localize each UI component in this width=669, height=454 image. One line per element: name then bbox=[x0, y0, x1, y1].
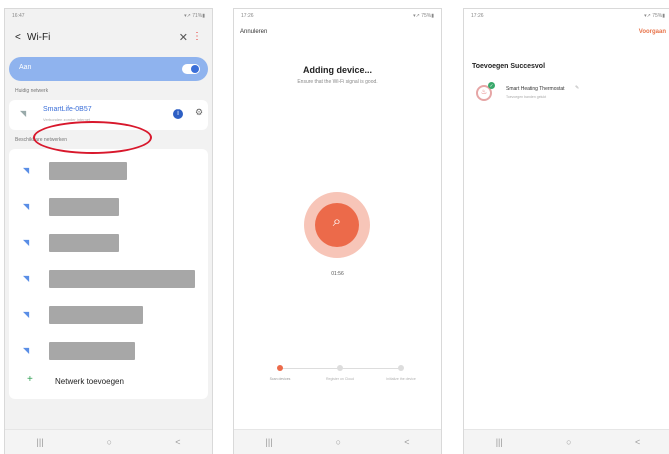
progress-steps: Scan devices Register on Cloud Initializ… bbox=[270, 365, 416, 395]
add-success-screen: 17:26 ▾↗ 75%▮ Voorgaan Toevoegen Succesv… bbox=[463, 8, 669, 454]
network-item[interactable]: ◥ bbox=[9, 261, 208, 297]
switch-knob bbox=[191, 65, 199, 73]
wifi-icon: ◥ bbox=[23, 238, 30, 247]
add-network-label: Netwerk toevoegen bbox=[55, 377, 124, 386]
step-dot bbox=[398, 365, 404, 371]
home-icon[interactable]: ○ bbox=[336, 437, 341, 447]
blurred-network-name bbox=[49, 306, 143, 324]
header: Annuleren bbox=[234, 23, 441, 47]
continue-button[interactable]: Voorgaan bbox=[639, 29, 666, 35]
recent-apps-icon[interactable]: ||| bbox=[266, 437, 273, 447]
wifi-switch[interactable] bbox=[182, 64, 200, 74]
check-badge-icon: ✓ bbox=[488, 82, 495, 89]
step-label: Initialize the device bbox=[386, 377, 416, 381]
header: Voorgaan bbox=[464, 23, 669, 47]
step-dot bbox=[277, 365, 283, 371]
current-network-heading: Huidig netwerk bbox=[15, 88, 49, 94]
info-icon[interactable]: i bbox=[173, 109, 183, 119]
page-subtitle: Ensure that the Wi-Fi signal is good. bbox=[297, 79, 378, 85]
plus-icon: + bbox=[27, 374, 33, 385]
status-time: 16:47 bbox=[12, 13, 25, 19]
network-item[interactable]: ◥ bbox=[9, 189, 208, 225]
back-icon[interactable]: < bbox=[15, 32, 21, 43]
system-nav-bar: ||| ○ < bbox=[5, 429, 212, 454]
cancel-button[interactable]: Annuleren bbox=[240, 29, 267, 35]
recent-apps-icon[interactable]: ||| bbox=[37, 437, 44, 447]
blurred-network-name bbox=[49, 162, 127, 180]
wifi-icon: ◥ bbox=[20, 109, 27, 118]
available-networks-list: ◥ ◥ ◥ ◥ ◥ ◥ + Netwerk toevoegen bbox=[9, 149, 208, 399]
home-icon[interactable]: ○ bbox=[566, 437, 571, 447]
status-indicators: ▾↗ 75%▮ bbox=[644, 13, 665, 19]
home-icon[interactable]: ○ bbox=[107, 437, 112, 447]
close-icon[interactable]: ✕ bbox=[179, 31, 188, 44]
search-button: ⌕ bbox=[315, 203, 359, 247]
device-status: Toevoegen banden gelukt bbox=[506, 95, 547, 99]
wifi-toggle-label: Aan bbox=[19, 64, 32, 71]
highlight-circle bbox=[33, 121, 152, 154]
page-title: Wi-Fi bbox=[27, 32, 51, 43]
wifi-icon: ◥ bbox=[23, 166, 30, 175]
recent-apps-icon[interactable]: ||| bbox=[496, 437, 503, 447]
step-scan-devices: Scan devices bbox=[260, 365, 300, 382]
countdown-timer: 01:56 bbox=[331, 271, 344, 277]
blurred-network-name bbox=[49, 198, 119, 216]
wifi-icon: ◥ bbox=[23, 274, 30, 283]
search-progress-ring: ⌕ bbox=[304, 192, 370, 258]
blurred-network-name bbox=[49, 234, 119, 252]
network-item[interactable]: ◥ bbox=[9, 297, 208, 333]
blurred-network-name bbox=[49, 342, 135, 360]
step-label: Scan devices bbox=[269, 377, 291, 381]
status-indicators: ▾↗ 71%▮ bbox=[184, 13, 205, 19]
status-indicators: ▾↗ 75%▮ bbox=[413, 13, 434, 19]
added-device-item[interactable]: ♨ ✓ Smart Heating Thermostat ✎ Toevoegen… bbox=[464, 82, 669, 112]
status-time: 17:26 bbox=[241, 13, 254, 19]
more-options-icon[interactable]: ⋮ bbox=[192, 31, 202, 42]
status-bar: 16:47 ▾↗ 71%▮ bbox=[5, 9, 212, 23]
edit-icon[interactable]: ✎ bbox=[575, 85, 579, 91]
network-item[interactable]: ◥ bbox=[9, 225, 208, 261]
blurred-network-name bbox=[49, 270, 195, 288]
step-dot bbox=[337, 365, 343, 371]
network-item[interactable]: ◥ bbox=[9, 333, 208, 369]
step-label: Register on Cloud bbox=[325, 377, 354, 381]
back-nav-icon[interactable]: < bbox=[175, 437, 180, 447]
step-register-cloud: Register on Cloud bbox=[320, 365, 360, 382]
system-nav-bar: ||| ○ < bbox=[464, 429, 669, 454]
step-initialize-device: Initialize the device bbox=[381, 365, 421, 382]
back-nav-icon[interactable]: < bbox=[635, 437, 640, 447]
gear-icon[interactable]: ⚙ bbox=[195, 107, 203, 118]
status-time: 17:26 bbox=[471, 13, 484, 19]
system-nav-bar: ||| ○ < bbox=[234, 429, 441, 454]
status-bar: 17:26 ▾↗ 75%▮ bbox=[464, 9, 669, 23]
device-name: Smart Heating Thermostat bbox=[506, 86, 565, 92]
page-title: Toevoegen Succesvol bbox=[472, 63, 546, 70]
status-bar: 17:26 ▾↗ 75%▮ bbox=[234, 9, 441, 23]
current-network-name: SmartLife-0B57 bbox=[43, 106, 92, 113]
wifi-icon: ◥ bbox=[23, 346, 30, 355]
wifi-header: < Wi-Fi ✕ ⋮ bbox=[5, 23, 212, 51]
back-nav-icon[interactable]: < bbox=[404, 437, 409, 447]
search-icon: ⌕ bbox=[332, 213, 342, 230]
wifi-toggle-row[interactable]: Aan bbox=[9, 57, 208, 81]
adding-device-screen: 17:26 ▾↗ 75%▮ Annuleren Adding device...… bbox=[233, 8, 442, 454]
add-network-button[interactable]: + Netwerk toevoegen bbox=[9, 371, 208, 393]
network-item[interactable]: ◥ bbox=[9, 153, 208, 189]
wifi-icon: ◥ bbox=[23, 310, 30, 319]
page-title: Adding device... bbox=[302, 65, 372, 75]
wifi-icon: ◥ bbox=[23, 202, 30, 211]
wifi-settings-screen: 16:47 ▾↗ 71%▮ < Wi-Fi ✕ ⋮ Aan Huidig net… bbox=[4, 8, 213, 454]
